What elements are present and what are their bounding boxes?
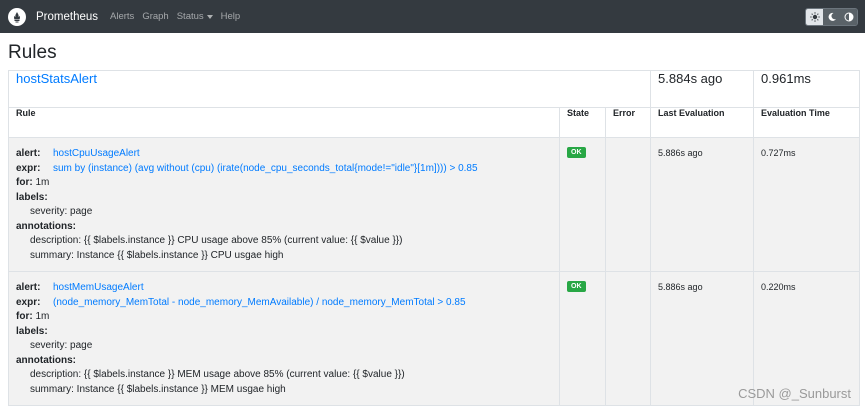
column-header-error: Error [604,107,652,138]
page-title: Rules [8,42,57,63]
group-name-cell: hostStatsAlert [7,70,652,108]
rule-state: OK [559,137,606,272]
rule-evaluation-time: 0.727ms [753,137,861,272]
nav-alerts[interactable]: Alerts [110,11,134,22]
alert-name-link[interactable]: hostMemUsageAlert [53,282,144,293]
rule-error [604,271,652,406]
expr-key: expr: [16,296,41,308]
column-header-rule: Rule [8,107,560,138]
rule-row: alert: hostCpuUsageAlert expr: sum by (ins… [8,137,861,272]
group-last-evaluation: 5.884s ago [650,70,755,108]
alert-name-link[interactable]: hostCpuUsageAlert [53,148,140,159]
rule-definition: alert: hostCpuUsageAlert expr: sum by (ins… [8,137,560,272]
label-severity: severity: page [30,340,93,351]
annotation-summary: summary: Instance {{ $labels.instance }}… [30,383,286,395]
for-key: for: [16,311,33,322]
brand-name: Prometheus [36,10,99,23]
annotations-key: annotations: [16,220,76,232]
rule-state: OK [559,271,606,406]
nav-graph[interactable]: Graph [142,11,168,22]
column-header-state: State [559,107,606,138]
rule-row: alert: hostMemUsageAlert expr: (node_memor… [8,271,861,406]
state-badge: OK [567,147,586,158]
group-header-row: hostStatsAlert 5.884s ago 0.961ms [7,70,861,108]
for-value: 1m [35,177,50,188]
rule-last-evaluation: 5.886s ago [650,137,755,272]
label-severity: severity: page [30,206,93,217]
half-circle-icon[interactable] [840,9,857,25]
column-header-row: Rule State Error Last Evaluation Evaluat… [8,107,861,138]
column-header-evaluation-time: Evaluation Time [753,107,861,138]
theme-toggle [805,8,858,26]
nav-status-label: Status [176,11,204,22]
expr-key: expr: [16,162,41,174]
rule-definition: alert: hostMemUsageAlert expr: (node_memor… [8,271,560,406]
group-evaluation-time: 0.961ms [753,70,861,108]
annotation-description: description: {{ $labels.instance }} CPU … [30,235,403,246]
brand[interactable]: Prometheus [8,7,99,26]
labels-key: labels: [16,191,48,203]
annotation-summary: summary: Instance {{ $labels.instance }}… [30,249,284,261]
labels-key: labels: [16,325,48,337]
moon-icon[interactable] [823,9,840,25]
navbar: Prometheus Alerts Graph Status Help [0,0,865,33]
nav-status[interactable]: Status [177,11,213,22]
watermark: CSDN @_Sunburst [738,386,851,401]
for-key: for: [16,177,33,188]
expr-link[interactable]: sum by (instance) (avg without (cpu) (ir… [53,163,478,174]
group-name-link[interactable]: hostStatsAlert [16,71,97,86]
nav-help[interactable]: Help [221,11,241,22]
prometheus-logo-icon [8,7,26,26]
sun-icon[interactable] [806,9,823,25]
rules-table: hostStatsAlert 5.884s ago 0.961ms Rule S… [7,70,861,406]
annotation-description: description: {{ $labels.instance }} MEM … [30,369,405,380]
annotations-key: annotations: [16,354,76,366]
for-value: 1m [35,311,50,322]
alert-key: alert: [16,282,41,293]
expr-link[interactable]: (node_memory_MemTotal - node_memory_MemA… [53,297,466,308]
state-badge: OK [567,281,586,292]
alert-key: alert: [16,148,41,159]
column-header-last-evaluation: Last Evaluation [650,107,755,138]
rule-error [604,137,652,272]
caret-down-icon [206,14,213,19]
